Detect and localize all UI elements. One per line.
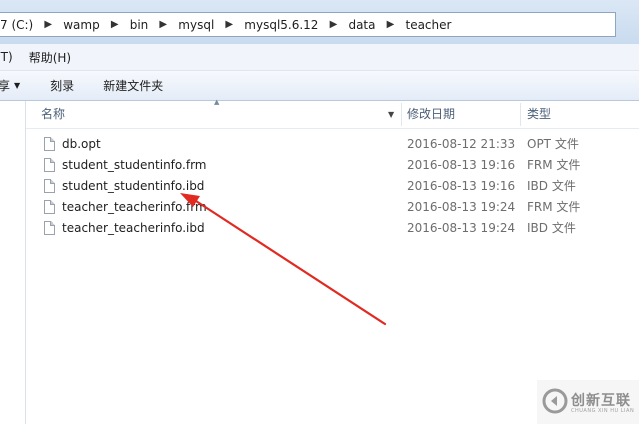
- crumb-label: bin: [129, 17, 149, 32]
- file-icon: [44, 200, 55, 214]
- chevron-right-icon[interactable]: ▶: [106, 19, 124, 30]
- menu-tools[interactable]: (T): [0, 50, 21, 64]
- file-name: db.opt: [62, 137, 101, 151]
- column-divider[interactable]: [401, 103, 402, 126]
- file-type: OPT 文件: [527, 137, 579, 151]
- column-name[interactable]: 名称: [41, 101, 65, 128]
- new-folder-label: 新建文件夹: [103, 79, 164, 93]
- toolbar: 享 ▼ 刻录 新建文件夹: [0, 71, 639, 101]
- file-name: student_studentinfo.ibd: [62, 179, 205, 193]
- file-type: FRM 文件: [527, 200, 581, 214]
- dropdown-arrow-icon: ▼: [14, 81, 21, 90]
- file-type: IBD 文件: [527, 179, 576, 193]
- address-bar: 7 (C:) ▶ wamp ▶ bin ▶ mysql ▶ mysql5.6.1…: [0, 0, 639, 44]
- file-name: teacher_teacherinfo.frm: [62, 200, 207, 214]
- file-name: student_studentinfo.frm: [62, 158, 207, 172]
- file-row[interactable]: teacher_teacherinfo.frm 2016-08-13 19:24…: [26, 197, 639, 218]
- chevron-right-icon[interactable]: ▶: [324, 19, 342, 30]
- crumb-label: teacher: [405, 17, 452, 32]
- new-folder-button[interactable]: 新建文件夹: [103, 77, 163, 94]
- share-label: 享: [0, 79, 11, 93]
- watermark-logo-icon: [542, 388, 568, 414]
- crumb-label: mysql5.6.12: [244, 17, 319, 32]
- file-date: 2016-08-13 19:24: [407, 221, 516, 235]
- menu-bar: (T) 帮助(H): [0, 44, 639, 71]
- watermark: 创新互联 CHUANG XIN HU LIAN: [537, 380, 639, 424]
- crumb-bin[interactable]: bin ▶: [124, 18, 173, 32]
- file-date: 2016-08-13 19:16: [407, 179, 516, 193]
- crumb-label: data: [348, 17, 376, 32]
- crumb-label: wamp: [63, 17, 100, 32]
- watermark-subtext: CHUANG XIN HU LIAN: [571, 408, 635, 414]
- sort-ascending-icon: ▲: [214, 98, 220, 106]
- crumb-data[interactable]: data ▶: [342, 18, 399, 32]
- chevron-right-icon[interactable]: ▶: [220, 19, 238, 30]
- crumb-wamp[interactable]: wamp ▶: [57, 18, 123, 32]
- column-date[interactable]: 修改日期: [407, 101, 455, 128]
- burn-label: 刻录: [50, 79, 75, 93]
- file-type: FRM 文件: [527, 158, 581, 172]
- crumb-drive[interactable]: 7 (C:) ▶: [0, 18, 57, 32]
- file-date: 2016-08-12 21:33: [407, 137, 516, 151]
- chevron-right-icon[interactable]: ▶: [154, 19, 172, 30]
- crumb-teacher[interactable]: teacher: [399, 18, 457, 32]
- file-icon: [44, 137, 55, 151]
- menu-help[interactable]: 帮助(H): [29, 49, 79, 66]
- share-button[interactable]: 享 ▼: [0, 77, 20, 94]
- column-filter-dropdown-icon[interactable]: ▼: [388, 101, 394, 128]
- burn-button[interactable]: 刻录: [50, 77, 74, 94]
- file-date: 2016-08-13 19:16: [407, 158, 516, 172]
- column-type[interactable]: 类型: [527, 101, 551, 128]
- chevron-right-icon[interactable]: ▶: [39, 19, 57, 30]
- crumb-mysql5612[interactable]: mysql5.6.12 ▶: [238, 18, 342, 32]
- file-type: IBD 文件: [527, 221, 576, 235]
- file-date: 2016-08-13 19:24: [407, 200, 516, 214]
- crumb-label: 7 (C:): [0, 17, 34, 32]
- file-icon: [44, 221, 55, 235]
- crumb-label: mysql: [178, 17, 215, 32]
- navigation-pane[interactable]: [0, 101, 26, 424]
- chevron-right-icon[interactable]: ▶: [381, 19, 399, 30]
- file-icon: [44, 179, 55, 193]
- crumb-mysql[interactable]: mysql ▶: [172, 18, 238, 32]
- file-row[interactable]: student_studentinfo.ibd 2016-08-13 19:16…: [26, 176, 639, 197]
- file-name: teacher_teacherinfo.ibd: [62, 221, 205, 235]
- breadcrumb[interactable]: 7 (C:) ▶ wamp ▶ bin ▶ mysql ▶ mysql5.6.1…: [0, 12, 616, 37]
- file-row[interactable]: db.opt 2016-08-12 21:33 OPT 文件: [26, 134, 639, 155]
- file-row[interactable]: teacher_teacherinfo.ibd 2016-08-13 19:24…: [26, 218, 639, 239]
- file-row[interactable]: student_studentinfo.frm 2016-08-13 19:16…: [26, 155, 639, 176]
- column-header: ▲ 名称 ▼ 修改日期 类型: [26, 98, 639, 129]
- watermark-text: 创新互联: [571, 393, 631, 409]
- column-divider[interactable]: [520, 103, 521, 126]
- file-icon: [44, 158, 55, 172]
- file-list: db.opt 2016-08-12 21:33 OPT 文件 student_s…: [26, 134, 639, 239]
